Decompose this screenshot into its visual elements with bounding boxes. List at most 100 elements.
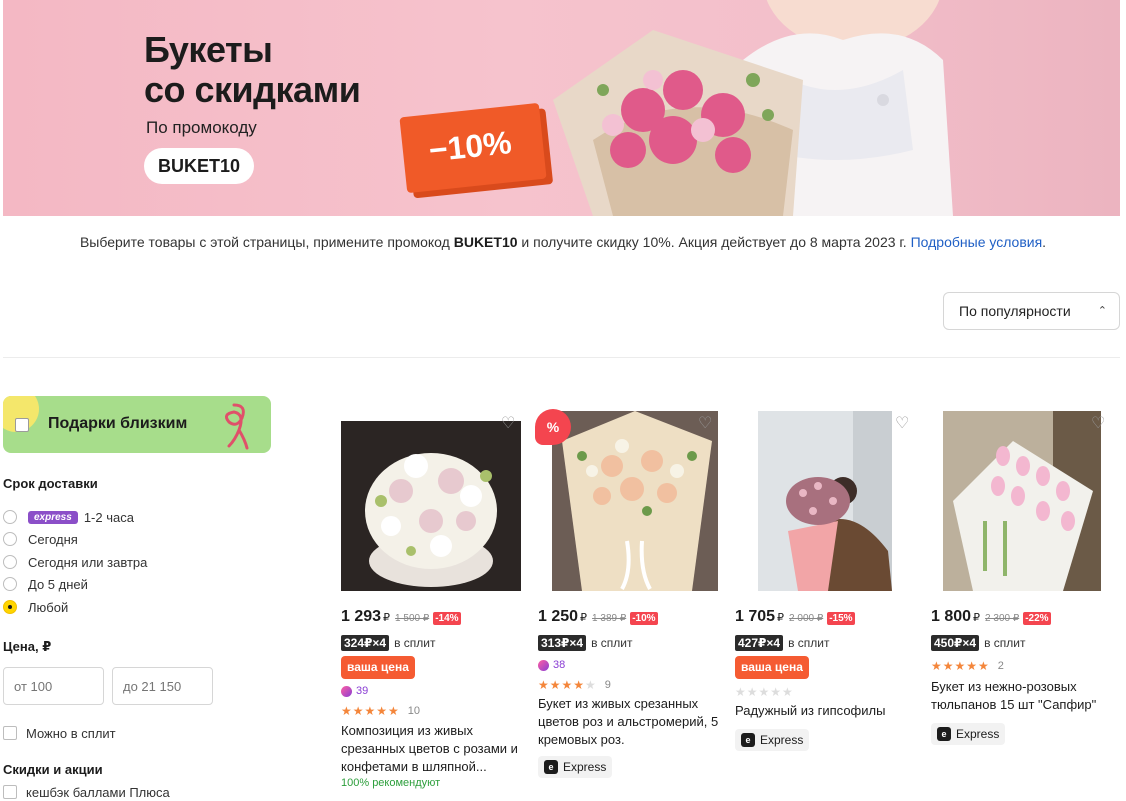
discount-badge: -22%	[1023, 612, 1051, 625]
product-card[interactable]: ♡ 1 705 ₽ 2 000 ₽ -15% 427₽×4 в сплит ва…	[735, 411, 921, 751]
rating: ★★★★★ 9	[538, 678, 611, 692]
product-image[interactable]	[758, 411, 892, 591]
radio[interactable]	[3, 532, 17, 546]
heart-icon[interactable]: ♡	[895, 416, 911, 432]
checkbox[interactable]	[3, 785, 17, 799]
delivery-option-today-tomorrow[interactable]: Сегодня или завтра	[3, 553, 147, 571]
split-line: 427₽×4 в сплит	[735, 635, 829, 651]
price-from-input[interactable]	[3, 667, 104, 705]
product-card[interactable]: ♡ 1 800 ₽ 2 300 ₽ -22% 450₽×4 в сплит ★★…	[931, 411, 1117, 745]
delivery-option-any[interactable]: Любой	[3, 598, 68, 616]
delivery-option-label: До 5 дней	[28, 576, 88, 592]
split-filter-label: Можно в сплит	[26, 725, 116, 741]
express-chip: e Express	[931, 723, 1006, 745]
delivery-option-5-days[interactable]: До 5 дней	[3, 575, 88, 593]
split-filter[interactable]: Можно в сплит	[3, 724, 116, 742]
price-line: 1 705 ₽ 2 000 ₽ -15%	[735, 608, 855, 626]
express-chip: e Express	[735, 729, 810, 751]
price-to-input[interactable]	[112, 667, 213, 705]
split-badge: 450₽×4	[931, 635, 980, 651]
discount-badge: -15%	[827, 612, 855, 625]
heart-icon[interactable]: ♡	[1091, 416, 1107, 432]
sort-select[interactable]: По популярности ⌃	[943, 292, 1120, 330]
product-title[interactable]: Радужный из гипсофилы	[735, 702, 921, 720]
tulips-image	[943, 411, 1101, 591]
delivery-option-label: Любой	[28, 599, 69, 615]
review-count: 9	[604, 679, 611, 691]
heart-icon[interactable]: ♡	[501, 416, 517, 432]
old-price: 1 500 ₽	[395, 613, 430, 624]
express-label: Express	[760, 733, 804, 747]
delivery-option-express[interactable]: express 1-2 часа	[3, 508, 134, 526]
split-badge: 324₽×4	[341, 635, 390, 651]
product-card[interactable]: % ♡ 1 250 ₽ 1 389 ₽ -10% 313₽×4 в сплит …	[535, 409, 724, 778]
price-line: 1 800 ₽ 2 300 ₽ -22%	[931, 608, 1051, 626]
express-icon: e	[937, 727, 951, 741]
product-title[interactable]: Букет из нежно-розовых тюльпанов 15 шт "…	[931, 678, 1117, 714]
split-text: в сплит	[788, 636, 830, 650]
old-price: 1 389 ₽	[592, 613, 627, 624]
plus-icon	[341, 685, 352, 697]
sort-value: По популярности	[959, 303, 1071, 319]
bouquet-image	[553, 30, 803, 216]
split-line: 450₽×4 в сплит	[931, 635, 1025, 651]
sale-badge: %	[535, 409, 571, 445]
banner-title: Букеты со скидками	[144, 29, 361, 110]
plus-icon	[538, 659, 549, 671]
heart-icon[interactable]: ♡	[698, 416, 714, 432]
product-title[interactable]: Композиция из живых срезанных цветов с р…	[341, 722, 527, 776]
flower-box-image	[341, 421, 521, 591]
radio[interactable]	[3, 510, 17, 524]
express-icon: e	[544, 760, 558, 774]
split-line: 313₽×4 в сплит	[538, 635, 632, 651]
radio[interactable]	[3, 577, 17, 591]
rating: ★★★★★	[735, 685, 794, 699]
old-price: 2 300 ₽	[985, 613, 1020, 624]
notice-text-after: и получите скидку 10%. Акция действует д…	[517, 234, 911, 250]
gifts-checkbox[interactable]	[15, 418, 29, 432]
review-count: 2	[997, 660, 1004, 672]
your-price-badge: ваша цена	[341, 656, 415, 679]
product-card[interactable]: ♡ 1 293 ₽ 1 500 ₽ -14% 324₽×4 в сплит ва…	[341, 411, 527, 789]
express-icon: e	[741, 733, 755, 747]
banner-promo-code: BUKET10	[144, 148, 255, 184]
price: 1 250	[538, 608, 579, 625]
discount-badge: -10%	[630, 612, 658, 625]
notice-code: BUKET10	[453, 234, 518, 250]
price-title: Цена, ₽	[3, 639, 52, 654]
plus-points-value: 38	[553, 659, 566, 671]
star-icons: ★★★★★	[931, 659, 990, 673]
delivery-option-today[interactable]: Сегодня	[3, 530, 78, 548]
notice-text-before: Выберите товары с этой страницы, примени…	[79, 234, 454, 250]
product-title[interactable]: Букет из живых срезанных цветов роз и ал…	[538, 695, 724, 749]
delivery-option-label: 1-2 часа	[83, 509, 134, 525]
product-image[interactable]	[341, 421, 521, 601]
cashback-filter[interactable]: кешбэк баллами Плюса	[3, 783, 170, 801]
chevron-updown-icon: ⌃	[1097, 305, 1107, 317]
checkbox[interactable]	[3, 726, 17, 740]
price-line: 1 293 ₽ 1 500 ₽ -14%	[341, 608, 461, 626]
conditions-link[interactable]: Подробные условия	[911, 234, 1043, 250]
gifts-filter[interactable]: Подарки близким	[3, 396, 271, 453]
delivery-option-label: Сегодня	[28, 531, 78, 547]
split-badge: 427₽×4	[735, 635, 784, 651]
old-price: 2 000 ₽	[789, 613, 824, 624]
product-image[interactable]	[943, 411, 1101, 591]
ribbon-icon	[224, 403, 249, 450]
currency: ₽	[973, 612, 981, 624]
split-text: в сплит	[984, 636, 1026, 650]
promo-banner[interactable]: Букеты со скидками По промокоду BUKET10 …	[3, 0, 1120, 216]
promo-notice: Выберите товары с этой страницы, примени…	[0, 234, 1126, 250]
divider	[3, 357, 1120, 358]
banner-subtitle: По промокоду	[146, 118, 257, 137]
product-image[interactable]	[552, 411, 718, 591]
star-icons: ★★★★★	[735, 685, 794, 699]
delivery-option-label: Сегодня или завтра	[28, 554, 148, 570]
recommend-text: 100% рекомендуют	[341, 777, 441, 789]
radio[interactable]	[3, 555, 17, 569]
review-count: 10	[407, 705, 421, 717]
currency: ₽	[777, 612, 785, 624]
banner-discount-tag: −10%	[399, 102, 547, 194]
gypsophila-image	[758, 411, 892, 591]
radio-selected[interactable]	[3, 600, 17, 614]
